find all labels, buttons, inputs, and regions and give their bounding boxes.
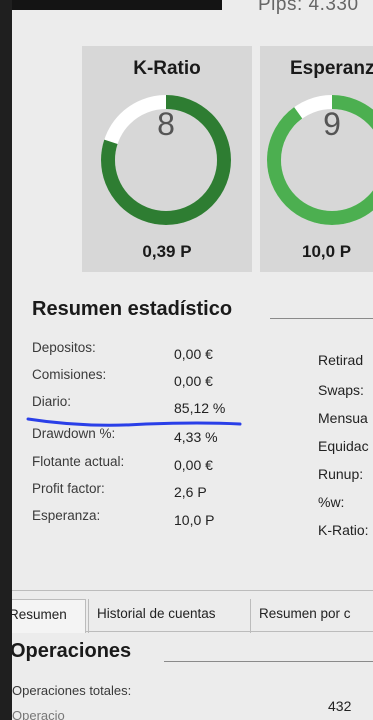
tab-resumen-por-label: Resumen por c bbox=[259, 606, 351, 621]
tab-resumen[interactable]: Resumen bbox=[12, 599, 86, 633]
esperanza-title: Esperanza bbox=[290, 58, 373, 79]
esperanza-footer: 10,0 P bbox=[302, 242, 352, 261]
stat-label-flotante: Flotante actual: bbox=[32, 454, 125, 469]
window-edge bbox=[0, 0, 12, 720]
stat-value-flotante: 0,00 € bbox=[174, 457, 213, 473]
operations-title: Operaciones bbox=[12, 640, 132, 662]
right-label-k-ratio: K-Ratio: bbox=[318, 522, 369, 538]
k-ratio-footer: 0,39 P bbox=[142, 242, 192, 261]
stat-value-profit-factor: 2,6 P bbox=[174, 484, 207, 500]
ops-value-total: 432 bbox=[328, 698, 352, 714]
right-label-runup: Runup: bbox=[318, 466, 364, 482]
right-label-retirad: Retirad bbox=[318, 352, 364, 368]
esperanza-score: 9 bbox=[323, 106, 341, 142]
stat-value-esperanza: 10,0 P bbox=[174, 512, 215, 528]
k-ratio-card[interactable]: K-Ratio 8 0,39 P bbox=[82, 46, 252, 272]
stat-label-comisiones: Comisiones: bbox=[32, 367, 107, 382]
tab-resumen-por[interactable]: Resumen por c bbox=[250, 599, 373, 633]
ops-label-total: Operaciones totales: bbox=[12, 683, 132, 698]
section-divider bbox=[164, 661, 373, 662]
stat-value-comisiones: 0,00 € bbox=[174, 373, 213, 389]
ops-label-cut: Operacio bbox=[12, 708, 65, 720]
esperanza-card[interactable]: Esperanza 9 10,0 P bbox=[260, 46, 373, 272]
pips-readout: Pips: 4.330 bbox=[258, 0, 359, 15]
right-label-swaps: Swaps: bbox=[318, 382, 364, 398]
tab-historial-de-cuentas[interactable]: Historial de cuentas bbox=[88, 599, 250, 633]
tab-bar: Resumen Historial de cuentas Resumen por… bbox=[12, 590, 373, 633]
stat-label-esperanza: Esperanza: bbox=[32, 508, 101, 523]
k-ratio-title: K-Ratio bbox=[133, 58, 201, 79]
stat-label-diario: Diario: bbox=[32, 394, 72, 409]
stats-panel: Pips: 4.330 K-Ratio 8 0,39 P Esperanza 9… bbox=[12, 0, 373, 720]
tab-resumen-label: Resumen bbox=[12, 607, 67, 622]
pen-underline-annotation bbox=[26, 417, 242, 427]
stat-value-drawdown: 4,33 % bbox=[174, 429, 218, 445]
k-ratio-score: 8 bbox=[157, 106, 175, 142]
stat-label-profit-factor: Profit factor: bbox=[32, 481, 105, 496]
summary-title: Resumen estadístico bbox=[32, 298, 233, 320]
right-label-w: %w: bbox=[318, 494, 345, 510]
tab-historial-label: Historial de cuentas bbox=[97, 606, 216, 621]
right-label-equidad: Equidac bbox=[318, 438, 369, 454]
stat-value-depositos: 0,00 € bbox=[174, 346, 213, 362]
right-label-mensua: Mensua bbox=[318, 410, 368, 426]
stat-label-depositos: Depositos: bbox=[32, 340, 96, 355]
section-divider bbox=[270, 318, 373, 319]
toolbar-strip bbox=[12, 0, 222, 10]
